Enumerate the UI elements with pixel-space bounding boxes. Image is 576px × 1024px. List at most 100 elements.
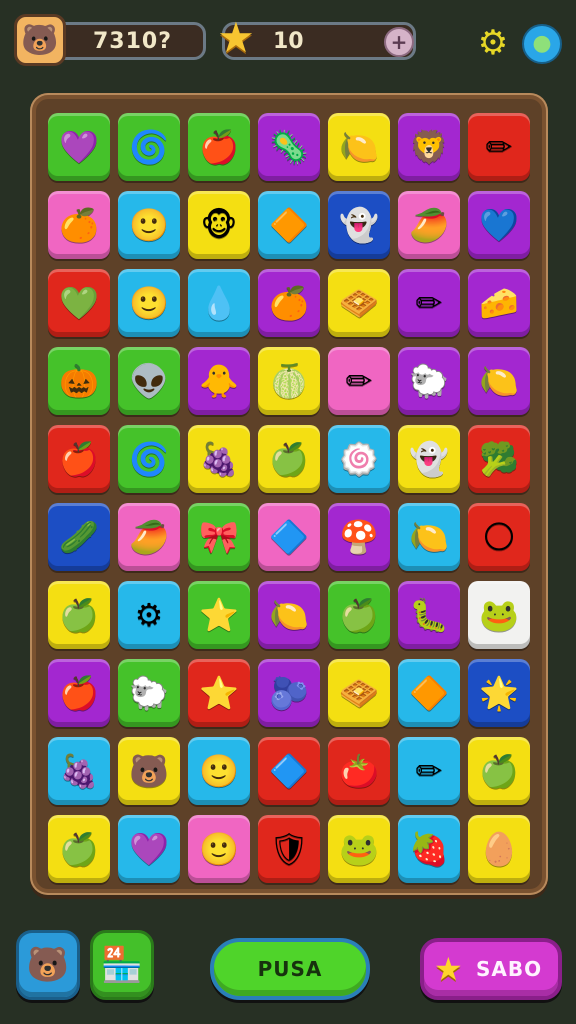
tile-piece-icon: 🙂 <box>199 830 239 868</box>
game-tile[interactable]: 🔷 <box>258 503 320 571</box>
tile-piece-icon: 🐸 <box>479 596 519 634</box>
tile-piece-icon: 🌀 <box>129 128 169 166</box>
game-tile[interactable]: 🥭 <box>398 191 460 259</box>
game-tile[interactable]: 🌟 <box>468 659 530 727</box>
game-tile[interactable]: 🍏 <box>258 425 320 493</box>
tile-piece-icon: 🦁 <box>409 128 449 166</box>
bear-face-icon[interactable]: 🐻 <box>14 14 66 66</box>
game-tile[interactable]: ⭐ <box>188 581 250 649</box>
game-tile[interactable]: 🎃 <box>48 347 110 415</box>
game-tile[interactable]: 🍊 <box>258 269 320 337</box>
game-tile[interactable]: 🙂 <box>188 737 250 805</box>
game-tile[interactable]: ✏ <box>398 737 460 805</box>
game-tile[interactable]: 🍏 <box>468 737 530 805</box>
game-tile[interactable]: 🐑 <box>398 347 460 415</box>
game-tile[interactable]: ✏ <box>468 113 530 181</box>
game-tile[interactable]: 🍓 <box>398 815 460 883</box>
star-icon: ★ <box>434 950 464 988</box>
game-tile[interactable]: 🥒 <box>48 503 110 571</box>
game-tile[interactable]: 🫐 <box>258 659 320 727</box>
game-tile[interactable]: 🥦 <box>468 425 530 493</box>
game-tile[interactable]: 🔶 <box>258 191 320 259</box>
game-tile[interactable]: 🍇 <box>48 737 110 805</box>
game-tile[interactable]: 🍇 <box>188 425 250 493</box>
game-tile[interactable]: 🙂 <box>118 191 180 259</box>
game-tile[interactable]: 🐸 <box>468 581 530 649</box>
game-tile[interactable]: 🍈 <box>258 347 320 415</box>
tile-piece-icon: 🙂 <box>129 206 169 244</box>
game-tile[interactable]: 💧 <box>188 269 250 337</box>
tile-piece-icon: 🐛 <box>409 596 449 634</box>
game-tile[interactable]: 🔷 <box>258 737 320 805</box>
tile-piece-icon: 🍅 <box>339 752 379 790</box>
game-tile[interactable]: 🌀 <box>118 113 180 181</box>
bear-button[interactable]: 🐻 <box>16 930 80 1000</box>
tile-piece-icon: 🛡 <box>268 830 310 868</box>
gear-icon[interactable]: ⚙ <box>474 24 512 62</box>
game-tile[interactable]: 🍏 <box>48 815 110 883</box>
tile-piece-icon: 🍓 <box>409 830 449 868</box>
tile-piece-icon: ✏ <box>485 128 513 166</box>
game-tile[interactable]: ⭐ <box>188 659 250 727</box>
game-tile[interactable]: 🍏 <box>328 581 390 649</box>
game-tile[interactable]: 🍎 <box>188 113 250 181</box>
game-tile[interactable]: 💜 <box>48 113 110 181</box>
tile-piece-icon: 🥚 <box>479 830 519 868</box>
sabo-label: SABO <box>476 957 543 981</box>
game-tile[interactable]: 🦠 <box>258 113 320 181</box>
game-tile[interactable]: 🧀 <box>468 269 530 337</box>
game-tile[interactable]: ✏ <box>328 347 390 415</box>
game-tile[interactable]: 🍅 <box>328 737 390 805</box>
game-tile[interactable]: 🍥 <box>328 425 390 493</box>
globe-icon[interactable]: ● <box>522 24 562 64</box>
tile-piece-icon: 🍋 <box>339 128 379 166</box>
game-tile[interactable]: 👻 <box>328 191 390 259</box>
game-tile[interactable]: 🍋 <box>328 113 390 181</box>
game-tile[interactable]: 💚 <box>48 269 110 337</box>
game-tile[interactable]: 🐻 <box>118 737 180 805</box>
game-tile[interactable]: 🧇 <box>328 659 390 727</box>
pusa-button[interactable]: PUSA <box>210 938 370 1000</box>
game-tile[interactable]: 🌀 <box>118 425 180 493</box>
game-tile[interactable]: 🐵 <box>188 191 250 259</box>
game-tile[interactable]: 🐸 <box>328 815 390 883</box>
shop-button[interactable]: 🏪 <box>90 930 154 1000</box>
game-tile[interactable]: 🍄 <box>328 503 390 571</box>
game-tile[interactable]: 🍋 <box>468 347 530 415</box>
game-tile[interactable]: 🐑 <box>118 659 180 727</box>
game-tile[interactable]: 👻 <box>398 425 460 493</box>
game-tile[interactable]: 🍎 <box>48 425 110 493</box>
tile-piece-icon: 🐵 <box>200 206 238 244</box>
tile-piece-icon: 🍋 <box>479 362 519 400</box>
tile-piece-icon: 🌀 <box>129 440 169 478</box>
sabo-button[interactable]: ★ SABO <box>420 938 562 1000</box>
tile-piece-icon: 🎀 <box>199 518 239 556</box>
game-tile[interactable]: 🙂 <box>118 269 180 337</box>
game-tile[interactable]: 🔶 <box>398 659 460 727</box>
game-tile[interactable]: 🍊 <box>48 191 110 259</box>
game-tile[interactable]: 👽 <box>118 347 180 415</box>
game-tile[interactable]: 🧇 <box>328 269 390 337</box>
game-tile[interactable]: ⚙ <box>118 581 180 649</box>
game-tile[interactable]: 🐛 <box>398 581 460 649</box>
game-tile[interactable]: ✏ <box>398 269 460 337</box>
score-display: 7310? <box>54 22 206 60</box>
game-tile[interactable]: 🍎 <box>48 659 110 727</box>
game-tile[interactable]: 🎀 <box>188 503 250 571</box>
add-stars-button[interactable]: + <box>384 27 414 57</box>
game-tile[interactable]: 🛡 <box>258 815 320 883</box>
tile-piece-icon: 🐑 <box>409 362 449 400</box>
game-tile[interactable]: 🍋 <box>398 503 460 571</box>
game-tile[interactable]: 🙂 <box>188 815 250 883</box>
game-tile[interactable]: 🦁 <box>398 113 460 181</box>
game-tile[interactable]: 🌕 <box>468 503 530 571</box>
tile-piece-icon: 🍏 <box>339 596 379 634</box>
game-tile[interactable]: 💜 <box>118 815 180 883</box>
tile-piece-icon: 🥭 <box>129 518 169 556</box>
game-tile[interactable]: 🐥 <box>188 347 250 415</box>
game-tile[interactable]: 🍏 <box>48 581 110 649</box>
game-tile[interactable]: 🍋 <box>258 581 320 649</box>
game-tile[interactable]: 💙 <box>468 191 530 259</box>
game-tile[interactable]: 🥚 <box>468 815 530 883</box>
game-tile[interactable]: 🥭 <box>118 503 180 571</box>
